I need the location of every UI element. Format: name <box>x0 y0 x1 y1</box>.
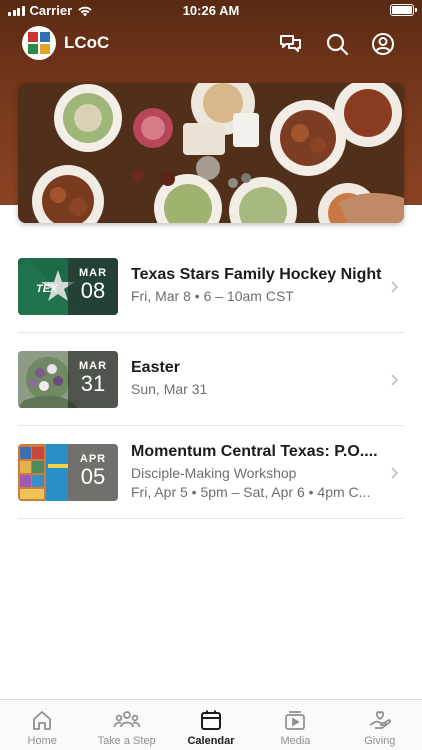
tab-label: Home <box>27 735 57 747</box>
clock: 10:26 AM <box>182 3 240 18</box>
media-icon <box>285 711 306 730</box>
app-title: LCoC <box>64 33 110 52</box>
church-logo[interactable] <box>22 26 56 60</box>
tab-giving[interactable]: Giving <box>338 700 422 750</box>
list-item[interactable]: TEX MAR 08 Texas Stars Family Hockey Nig… <box>18 240 404 333</box>
messages-icon[interactable] <box>278 31 304 57</box>
event-datetime: Sun, Mar 31 <box>131 381 208 397</box>
event-thumbnail: APR 05 <box>18 444 118 501</box>
tab-label: Giving <box>364 735 396 747</box>
tab-label: Take a Step <box>97 735 156 747</box>
tab-label: Calendar <box>187 735 235 747</box>
tab-media[interactable]: Media <box>253 700 337 750</box>
event-title: Momentum Central Texas: P.O.... <box>131 443 378 460</box>
people-icon <box>113 711 140 728</box>
event-title: Easter <box>131 359 180 376</box>
food-table-illustration <box>18 83 404 223</box>
svg-text:TEX: TEX <box>36 283 58 295</box>
event-datetime: Fri, Mar 8 • 6 – 10am CST <box>131 288 294 304</box>
battery-icon <box>390 4 417 16</box>
profile-icon[interactable] <box>370 31 396 57</box>
event-list: TEX MAR 08 Texas Stars Family Hockey Nig… <box>18 240 404 519</box>
tab-home[interactable]: Home <box>0 700 84 750</box>
event-datetime: Fri, Apr 5 • 5pm – Sat, Apr 6 • 4pm C... <box>131 484 371 500</box>
tab-label: Media <box>280 735 311 747</box>
event-day: 05 <box>80 464 106 489</box>
giving-icon <box>369 711 391 729</box>
list-item[interactable]: MAR 31 Easter Sun, Mar 31 <box>18 333 404 426</box>
event-subtitle: Disciple-Making Workshop <box>131 465 297 481</box>
event-thumbnail: MAR 31 <box>18 351 118 408</box>
chevron-right-icon <box>391 281 399 293</box>
app-bar: LCoC <box>0 26 422 62</box>
calendar-icon <box>201 710 222 730</box>
status-bar: Carrier 10:26 AM <box>0 0 422 22</box>
event-day: 31 <box>80 371 106 396</box>
chevron-right-icon <box>391 374 399 386</box>
home-icon <box>33 711 52 730</box>
list-item[interactable]: APR 05 Momentum Central Texas: P.O.... D… <box>18 426 404 519</box>
tab-calendar[interactable]: Calendar <box>169 700 253 750</box>
tab-bar: Home Take a Step Calendar Media Giving <box>0 699 422 750</box>
event-day: 08 <box>80 278 106 303</box>
event-thumbnail: TEX MAR 08 <box>18 258 118 315</box>
search-icon[interactable] <box>324 31 350 57</box>
chevron-right-icon <box>391 467 399 479</box>
featured-banner-image[interactable] <box>18 83 404 223</box>
event-title: Texas Stars Family Hockey Night <box>131 266 382 283</box>
tab-take-a-step[interactable]: Take a Step <box>84 700 168 750</box>
